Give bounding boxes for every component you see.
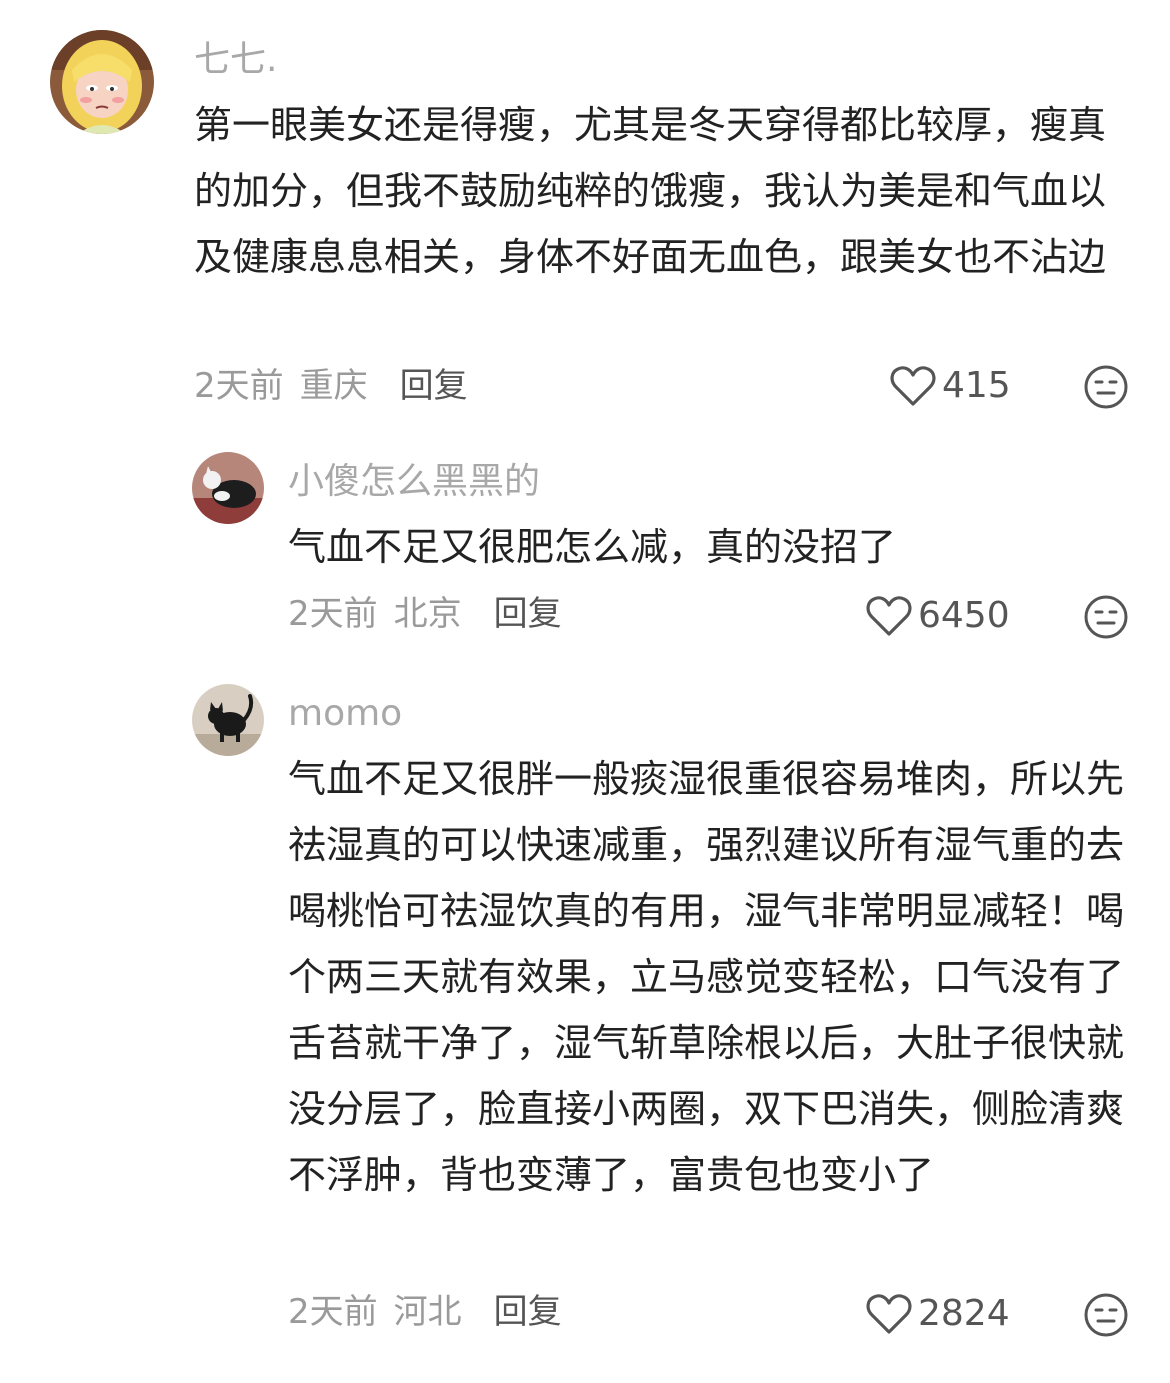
meh-face-icon[interactable] xyxy=(1083,364,1129,410)
comment-text: 气血不足又很胖一般痰湿很重很容易堆肉，所以先祛湿真的可以快速减重，强烈建议所有湿… xyxy=(288,757,1125,1197)
like-count: 2824 xyxy=(918,1293,1010,1334)
like-count: 415 xyxy=(942,365,1011,406)
comment-location: 重庆 xyxy=(299,366,368,406)
comment-time: 2天前 xyxy=(288,1292,378,1332)
reply-button[interactable]: 回复 xyxy=(494,592,562,636)
comment-location: 河北 xyxy=(393,1292,462,1332)
like-count: 6450 xyxy=(918,595,1010,636)
comment-text: 第一眼美女还是得瘦，尤其是冬天穿得都比较厚，瘦真的加分，但我不鼓励纯粹的饿瘦，我… xyxy=(194,103,1107,279)
comment-time: 2天前 xyxy=(288,594,378,634)
comment-meta: 2天前 河北 回复 xyxy=(288,1290,562,1334)
heart-icon xyxy=(890,366,936,406)
cartoon-girl-avatar[interactable] xyxy=(50,30,154,134)
comment-time: 2天前 xyxy=(194,366,284,406)
reply-button[interactable]: 回复 xyxy=(400,364,468,408)
reply-button[interactable]: 回复 xyxy=(494,1290,562,1334)
comment-username[interactable]: momo xyxy=(288,692,402,736)
cat-avatar[interactable] xyxy=(192,452,264,524)
meh-face-icon[interactable] xyxy=(1083,1292,1129,1338)
like-button[interactable]: 6450 xyxy=(866,594,1010,638)
comment-location: 北京 xyxy=(393,594,462,634)
comment-meta: 2天前 重庆 回复 xyxy=(194,364,468,408)
like-button[interactable]: 2824 xyxy=(866,1292,1010,1336)
meh-face-icon[interactable] xyxy=(1083,594,1129,640)
like-button[interactable]: 415 xyxy=(890,364,1011,408)
black-cat-avatar[interactable] xyxy=(192,684,264,756)
heart-icon xyxy=(866,1294,912,1334)
comment-text: 气血不足又很肥怎么减，真的没招了 xyxy=(288,525,897,569)
heart-icon xyxy=(866,596,912,636)
comment-meta: 2天前 北京 回复 xyxy=(288,592,562,636)
comment-username[interactable]: 小傻怎么黑黑的 xyxy=(288,460,540,504)
comment-username[interactable]: 七七. xyxy=(194,38,277,82)
